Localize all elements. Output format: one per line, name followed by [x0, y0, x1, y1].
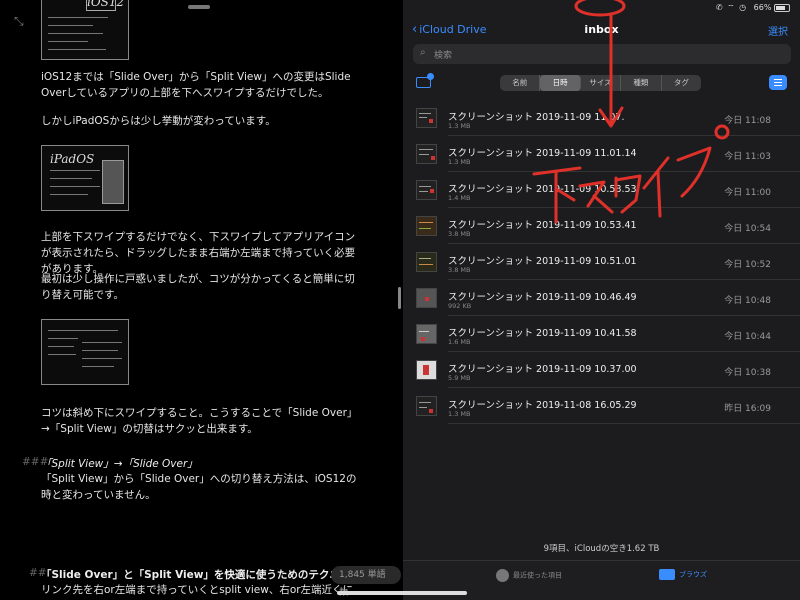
annotation-circle [574, 0, 626, 17]
handwritten-annotation [532, 0, 730, 224]
